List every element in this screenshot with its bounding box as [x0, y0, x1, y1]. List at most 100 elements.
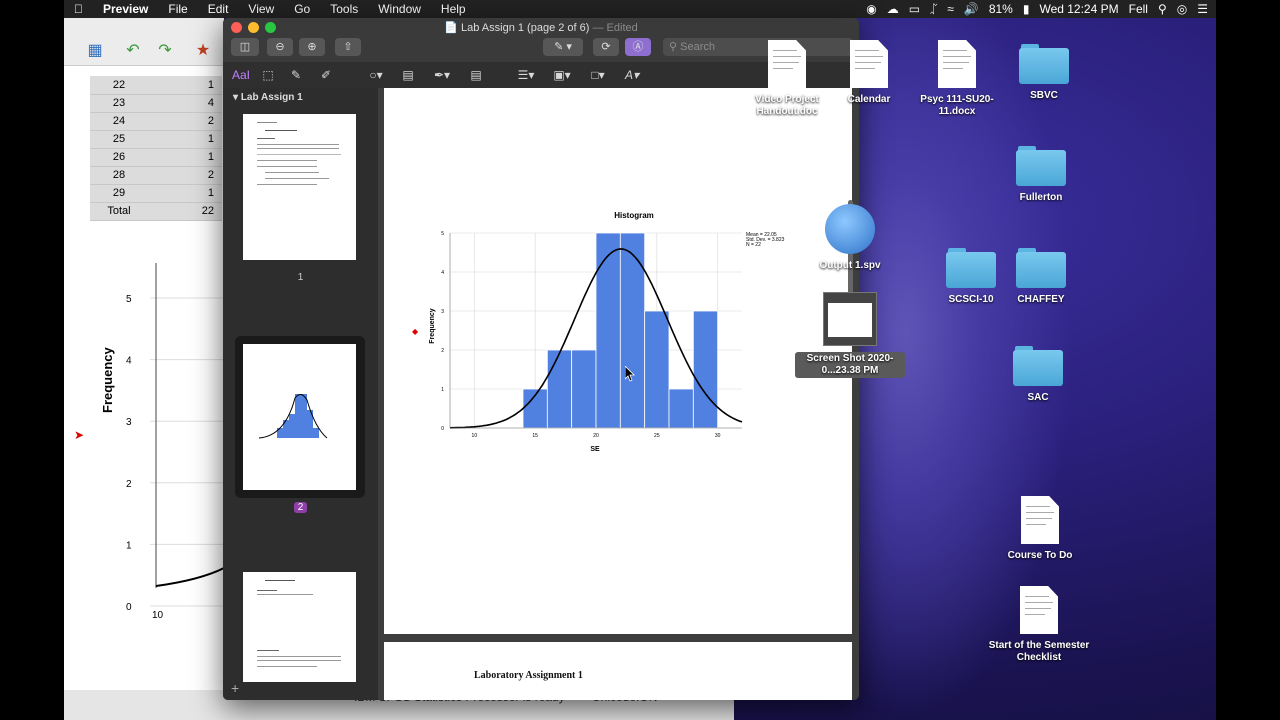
page-3-heading: Laboratory Assignment 1	[474, 670, 583, 681]
bluetooth-icon[interactable]: ᛢ	[930, 2, 937, 16]
desktop-icon[interactable]: Start of the Semester Checklist	[984, 586, 1094, 664]
sidebar-toggle-button[interactable]: ◫	[231, 38, 259, 56]
spss-table-row: 24 2	[90, 112, 222, 131]
page-thumbnail-1[interactable]	[243, 114, 356, 260]
spss-cell-frequency: 1	[156, 184, 222, 203]
chart-x-label: SE	[590, 446, 600, 453]
chart-y-tick-label: 1	[441, 387, 444, 393]
text-box-icon[interactable]: ▤	[399, 66, 417, 84]
chart-x-tick-label: 30	[715, 433, 721, 439]
desktop-icon-label: Course To Do	[1007, 550, 1073, 561]
rect-select-icon[interactable]: ⬚	[259, 66, 277, 84]
user-name[interactable]: Fell	[1129, 2, 1148, 16]
spss-toolbar: ▦ ↶ ↷ ★	[64, 18, 224, 66]
spss-x-tick: 10	[152, 610, 164, 618]
spss-table-row: 28 2	[90, 166, 222, 185]
markup-pen-button[interactable]: ✎ ▾	[543, 38, 583, 56]
menu-file[interactable]: File	[158, 2, 197, 16]
desktop-icon[interactable]: Screen Shot 2020-0...23.38 PM	[795, 292, 905, 378]
spss-y-tick: 5	[126, 294, 132, 305]
spss-output-icon	[825, 204, 875, 254]
histogram-bar	[644, 310, 670, 429]
desktop-icon[interactable]: Output 1.spv	[795, 204, 905, 272]
page-2: Histogram 0 1 2 3 4 5 10 15 20 25 30 Mean = 22.05 S…	[384, 88, 852, 634]
desktop-icon[interactable]: CHAFFEY	[986, 248, 1096, 306]
chart-stat-label: N = 22	[746, 242, 761, 248]
menu-window[interactable]: Window	[368, 2, 431, 16]
spotlight-icon[interactable]: ⚲	[1158, 2, 1167, 16]
spss-cell-value: 22	[90, 76, 156, 95]
airplay-icon[interactable]: ▭	[909, 2, 920, 16]
line-style-icon[interactable]: ☰▾	[513, 66, 539, 84]
app-menu[interactable]: Preview	[93, 2, 158, 16]
font-style-icon[interactable]: A▾	[619, 66, 645, 84]
doc-icon: 📄	[444, 22, 458, 34]
sidebar-header[interactable]: ▾ Lab Assign 1	[233, 92, 303, 103]
chart-y-tick-label: 4	[441, 270, 444, 276]
table-icon[interactable]: ▦	[84, 40, 106, 60]
undo-icon[interactable]: ↶	[122, 40, 144, 60]
siri-icon[interactable]: ◎	[1177, 2, 1187, 16]
chart-y-tick-label: 0	[441, 426, 444, 432]
menu-help[interactable]: Help	[431, 2, 476, 16]
wifi-icon[interactable]: ≈	[947, 2, 954, 16]
spss-cell-value: 28	[90, 166, 156, 185]
menu-view[interactable]: View	[238, 2, 284, 16]
frequency-table: 22 1 23 4 24 2 25 1 26 1 28 2 29 1 Total 22	[90, 76, 222, 221]
spss-y-axis-label: Frequency	[100, 347, 115, 413]
disclosure-triangle-icon[interactable]: ▾	[233, 92, 238, 103]
shapes-icon[interactable]: ○▾	[363, 66, 389, 84]
record-icon[interactable]: ◉	[866, 2, 876, 16]
battery-icon[interactable]: ▮	[1023, 2, 1030, 16]
cloud-icon[interactable]: ☁	[887, 2, 899, 16]
note-icon[interactable]: ▤	[467, 66, 485, 84]
document-icon	[938, 40, 976, 88]
page-thumbnail-2[interactable]	[243, 344, 356, 490]
menu-tools[interactable]: Tools	[320, 2, 368, 16]
document-icon	[850, 40, 888, 88]
spss-table-row: Total 22	[90, 202, 222, 221]
folder-icon	[1016, 146, 1066, 186]
redo-icon[interactable]: ↷	[154, 40, 176, 60]
sign-icon[interactable]: ✒▾	[429, 66, 455, 84]
histogram-bar	[595, 232, 621, 429]
chart-x-tick-label: 25	[654, 433, 660, 439]
zoom-out-button[interactable]: ⊖	[267, 38, 293, 56]
folder-icon	[1013, 346, 1063, 386]
share-button[interactable]: ⇧	[335, 38, 361, 56]
volume-icon[interactable]: 🔊	[964, 2, 979, 16]
desktop-icon-label: CHAFFEY	[1017, 294, 1065, 305]
desktop-icon-label: SBVC	[1030, 90, 1058, 101]
desktop-icon[interactable]: SAC	[983, 346, 1093, 404]
spss-cell-frequency: 4	[156, 94, 222, 113]
desktop-icon[interactable]: Fullerton	[986, 146, 1096, 204]
menu-go[interactable]: Go	[284, 2, 320, 16]
desktop-icon[interactable]: Course To Do	[985, 496, 1095, 562]
battery-percent[interactable]: 81%	[989, 2, 1013, 16]
histogram-bar	[668, 388, 694, 429]
markup-toolbar-button[interactable]: Ⓐ	[625, 38, 651, 56]
fill-color-icon[interactable]: □▾	[585, 66, 611, 84]
spss-cell-frequency: 1	[156, 130, 222, 149]
desktop-icon-label: SAC	[1027, 392, 1049, 403]
mouse-cursor-icon	[625, 366, 635, 382]
red-marker-icon: ◆	[412, 327, 419, 336]
add-page-icon[interactable]: +	[231, 680, 239, 696]
clock[interactable]: Wed 12:24 PM	[1039, 2, 1118, 16]
draw-icon[interactable]: ✐	[317, 66, 335, 84]
star-icon[interactable]: ★	[192, 40, 214, 60]
document-area: Histogram 0 1 2 3 4 5 10 15 20 25 30 Mean = 22.05 S…	[378, 88, 859, 700]
zoom-in-button[interactable]: ⊕	[299, 38, 325, 56]
spss-y-tick: 3	[126, 417, 132, 428]
notification-center-icon[interactable]: ☰	[1197, 2, 1208, 16]
text-style-icon[interactable]: AaI	[231, 66, 251, 84]
document-icon	[1021, 496, 1059, 544]
desktop-icon[interactable]: SBVC	[989, 44, 1099, 102]
sketch-icon[interactable]: ✎	[287, 66, 305, 84]
rotate-button[interactable]: ⟳	[593, 38, 619, 56]
menu-edit[interactable]: Edit	[198, 2, 239, 16]
thumb-page-3-content	[257, 580, 341, 667]
apple-menu-icon[interactable]: 	[64, 2, 93, 16]
page-thumbnail-3[interactable]	[243, 572, 356, 682]
border-color-icon[interactable]: ▣▾	[549, 66, 575, 84]
